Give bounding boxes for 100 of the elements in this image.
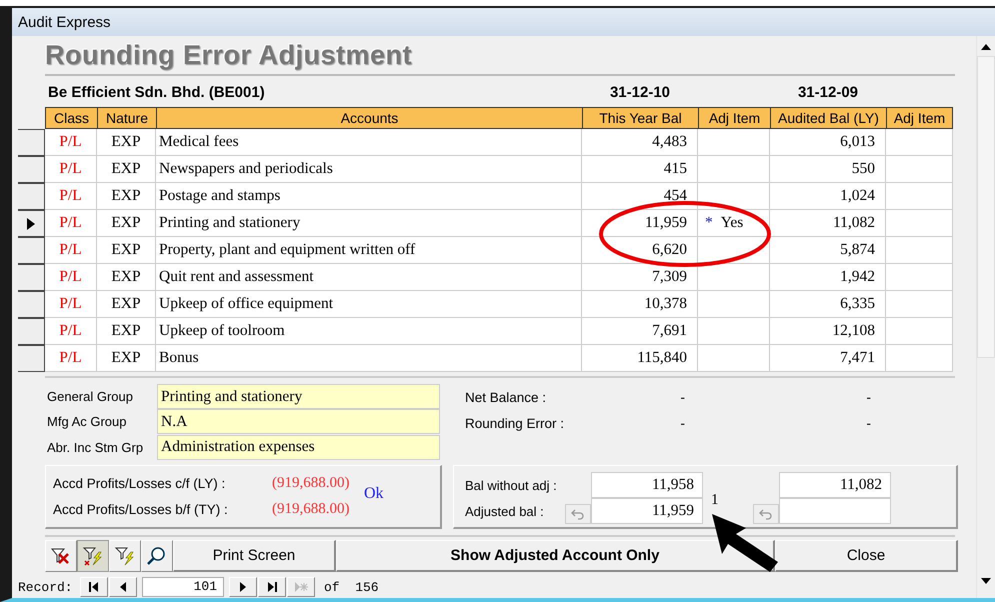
table-cell: Medical fees — [156, 129, 582, 156]
table-cell: 550 — [770, 156, 886, 183]
column-header[interactable]: Nature — [97, 107, 156, 129]
table-cell — [698, 156, 770, 183]
table-cell: 6,335 — [770, 291, 886, 318]
group-field[interactable]: Administration expenses — [157, 434, 440, 460]
table-cell: P/L — [45, 345, 97, 372]
table-cell: 1,942 — [770, 264, 886, 291]
record-number-field[interactable]: 101 — [142, 577, 224, 597]
table-cell: EXP — [97, 210, 156, 237]
company-name: Be Efficient Sdn. Bhd. (BE001) — [48, 84, 266, 100]
scroll-down-icon — [981, 578, 991, 584]
summary-value: - — [679, 415, 685, 431]
row-selector[interactable] — [18, 156, 45, 183]
field-label: Adjusted bal : — [465, 504, 545, 518]
balance-field[interactable]: 11,082 — [779, 472, 891, 498]
table-cell: Bonus — [156, 345, 582, 372]
row-selector[interactable] — [18, 183, 45, 210]
profit-value: (919,688.00) — [272, 475, 350, 492]
row-selector[interactable] — [18, 345, 45, 372]
table-cell: Upkeep of toolroom — [156, 318, 582, 345]
group-field[interactable]: N.A — [157, 409, 440, 434]
window-title: Audit Express — [18, 14, 111, 30]
status-text: Ok — [364, 484, 384, 502]
table-cell: EXP — [97, 129, 156, 156]
summary-value: - — [679, 389, 685, 405]
right-arrow-icon — [265, 581, 279, 593]
column-header[interactable]: This Year Bal — [582, 107, 698, 129]
profit-value: (919,688.00) — [272, 501, 350, 518]
record-nav-button[interactable] — [109, 577, 137, 597]
scrollbar[interactable] — [976, 36, 995, 598]
print-screen-button[interactable]: Print Screen — [173, 540, 336, 572]
search-button[interactable] — [141, 540, 173, 572]
balance-field[interactable]: 11,958 — [591, 472, 703, 498]
group-field[interactable]: Printing and stationery — [157, 384, 440, 410]
table-cell: 7,471 — [770, 345, 886, 372]
table-cell: P/L — [45, 129, 97, 156]
difference-value: 1 — [711, 492, 718, 509]
column-header[interactable]: Audited Bal (LY) — [770, 107, 886, 129]
new-record-icon — [294, 581, 308, 593]
table-cell: P/L — [45, 156, 97, 183]
record-nav-button[interactable] — [258, 577, 286, 597]
table-cell — [698, 291, 770, 318]
balance-field[interactable]: 11,959 — [591, 498, 703, 524]
table-cell: Quit rent and assessment — [156, 264, 582, 291]
form-heading: Rounding Error Adjustment — [45, 39, 412, 72]
row-selector[interactable] — [18, 210, 45, 237]
field-label: Bal without adj : — [465, 478, 558, 492]
table-cell — [698, 318, 770, 345]
period-header: 31-12-10 — [608, 84, 672, 100]
table-cell: 1,024 — [770, 183, 886, 210]
column-header[interactable]: Adj Item — [886, 107, 953, 129]
row-selector[interactable] — [18, 318, 45, 345]
table-cell — [698, 264, 770, 291]
column-header[interactable]: Adj Item — [698, 107, 770, 129]
table-cell: Postage and stamps — [156, 183, 582, 210]
table-cell — [698, 129, 770, 156]
table-cell: Printing and stationery — [156, 210, 582, 237]
row-selector[interactable] — [18, 291, 45, 318]
table-cell: EXP — [97, 291, 156, 318]
period-header: 31-12-09 — [796, 84, 860, 100]
table-cell: 7,691 — [582, 318, 698, 345]
scroll-up-icon — [981, 44, 991, 50]
table-cell: EXP — [97, 156, 156, 183]
table-cell — [886, 291, 953, 318]
column-header[interactable]: Class — [45, 107, 97, 129]
show-adjusted-button[interactable]: Show Adjusted Account Only — [336, 540, 775, 572]
table-cell: EXP — [97, 318, 156, 345]
record-label: Record: — [18, 580, 74, 594]
table-cell: 415 — [582, 156, 698, 183]
undo-icon — [570, 508, 586, 520]
table-cell: 4,483 — [582, 129, 698, 156]
table-cell — [886, 210, 953, 237]
record-total: of 156 — [324, 580, 379, 594]
table-cell: 10,378 — [582, 291, 698, 318]
table-cell — [886, 318, 953, 345]
row-selector[interactable] — [18, 264, 45, 291]
table-cell: 11,959 — [582, 210, 698, 237]
summary-value: - — [865, 389, 871, 405]
column-header[interactable]: Accounts — [156, 107, 582, 129]
filter-button[interactable] — [77, 540, 109, 572]
table-cell: EXP — [97, 345, 156, 372]
field-label: Net Balance : — [465, 390, 548, 404]
record-nav-button[interactable] — [80, 577, 108, 597]
adj-item-text: Yes — [720, 214, 744, 232]
row-selector[interactable] — [18, 129, 45, 156]
row-selector[interactable] — [18, 237, 45, 264]
record-nav-button[interactable] — [229, 577, 257, 597]
table-cell: 12,108 — [770, 318, 886, 345]
table-cell: EXP — [97, 264, 156, 291]
table-cell: EXP — [97, 183, 156, 210]
close-button[interactable]: Close — [775, 540, 958, 572]
adjusted-mark: * — [705, 214, 713, 232]
field-label: Rounding Error : — [465, 416, 566, 430]
table-cell — [886, 129, 953, 156]
table-cell — [886, 156, 953, 183]
table-cell: 6,013 — [770, 129, 886, 156]
pointer-arrow — [712, 514, 778, 572]
balance-field[interactable] — [779, 498, 891, 524]
scroll-thumb[interactable] — [977, 56, 995, 358]
